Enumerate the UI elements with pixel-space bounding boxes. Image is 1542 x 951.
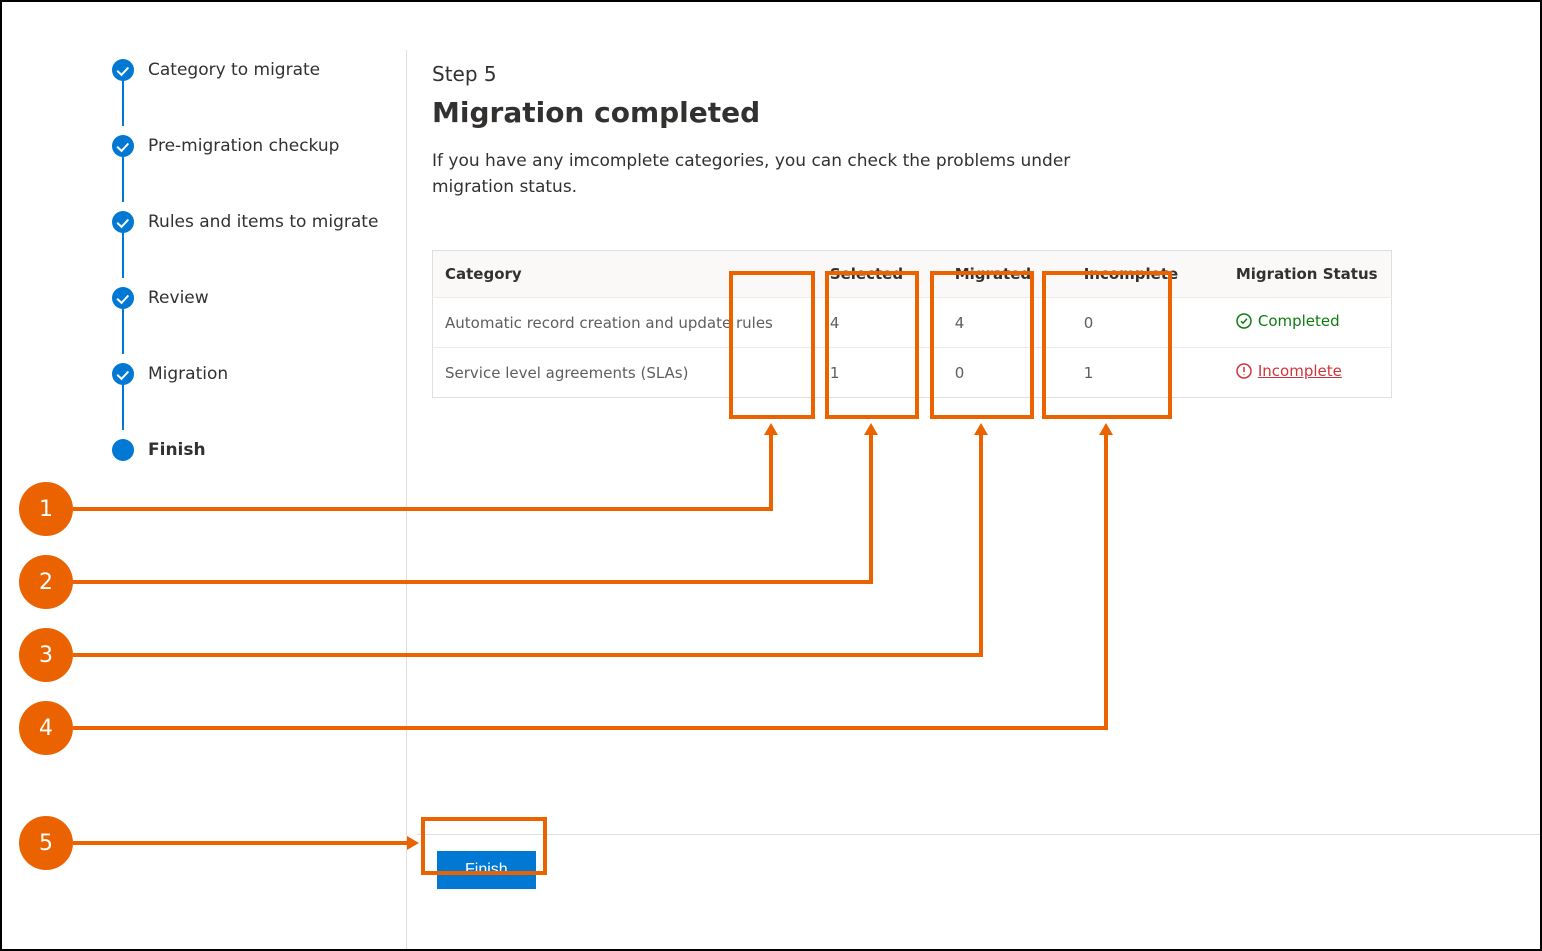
wizard-stepper: Category to migrate Pre-migration checku…	[112, 50, 407, 951]
cell-migrated: 4	[943, 298, 1072, 348]
main-content: Step 5 Migration completed If you have a…	[432, 62, 1392, 398]
current-step-icon	[112, 439, 134, 461]
arrow-up-icon	[864, 423, 878, 435]
step-connector	[122, 376, 124, 430]
callout-line	[73, 653, 983, 657]
table-row: Automatic record creation and update rul…	[433, 298, 1392, 348]
step-connector	[122, 224, 124, 278]
step-label: Review	[148, 288, 209, 308]
finish-button[interactable]: Finish	[437, 851, 536, 889]
error-icon	[1236, 363, 1252, 379]
arrow-up-icon	[974, 423, 988, 435]
callout-badge-4: 4	[19, 701, 73, 755]
callout-line	[979, 434, 983, 657]
step-finish[interactable]: Finish	[112, 430, 406, 470]
step-review[interactable]: Review	[112, 278, 406, 318]
step-number: Step 5	[432, 62, 1392, 86]
step-pre-migration-checkup[interactable]: Pre-migration checkup	[112, 126, 406, 166]
callout-line	[869, 434, 873, 584]
callout-line	[73, 580, 873, 584]
cell-migrated: 0	[943, 348, 1072, 398]
callout-badge-5: 5	[19, 816, 73, 870]
col-migrated: Migrated	[943, 251, 1072, 298]
step-label: Migration	[148, 364, 228, 384]
callout-line	[73, 726, 1108, 730]
cell-category: Automatic record creation and update rul…	[433, 298, 818, 348]
step-connector	[122, 72, 124, 126]
wizard-footer: Finish	[417, 834, 1540, 889]
step-label: Rules and items to migrate	[148, 212, 378, 232]
callout-line	[769, 434, 773, 511]
step-connector	[122, 148, 124, 202]
cell-status: Incomplete	[1224, 348, 1392, 398]
step-connector	[122, 300, 124, 354]
step-label: Category to migrate	[148, 60, 320, 80]
col-status: Migration Status	[1224, 251, 1392, 298]
col-category: Category	[433, 251, 818, 298]
step-label: Finish	[148, 440, 206, 460]
success-icon	[1236, 313, 1252, 329]
step-migration[interactable]: Migration	[112, 354, 406, 394]
table-row: Service level agreements (SLAs) 1 0 1 In…	[433, 348, 1392, 398]
callout-line	[73, 507, 773, 511]
step-category-to-migrate[interactable]: Category to migrate	[112, 50, 406, 90]
page-description: If you have any imcomplete categories, y…	[432, 149, 1132, 200]
step-rules-and-items[interactable]: Rules and items to migrate	[112, 202, 406, 242]
migration-results-table: Category Selected Migrated Incomplete Mi…	[432, 250, 1392, 398]
status-badge-completed: Completed	[1236, 312, 1340, 330]
col-incomplete: Incomplete	[1072, 251, 1224, 298]
cell-status: Completed	[1224, 298, 1392, 348]
arrow-up-icon	[764, 423, 778, 435]
page-title: Migration completed	[432, 96, 1392, 129]
cell-selected: 4	[818, 298, 943, 348]
callout-line	[73, 841, 407, 845]
cell-incomplete: 0	[1072, 298, 1224, 348]
col-selected: Selected	[818, 251, 943, 298]
arrow-up-icon	[1099, 423, 1113, 435]
callout-line	[1104, 434, 1108, 730]
callout-badge-2: 2	[19, 555, 73, 609]
arrow-right-icon	[407, 836, 419, 850]
callout-badge-1: 1	[19, 482, 73, 536]
cell-incomplete: 1	[1072, 348, 1224, 398]
callout-badge-3: 3	[19, 628, 73, 682]
status-badge-incomplete[interactable]: Incomplete	[1236, 362, 1342, 380]
cell-category: Service level agreements (SLAs)	[433, 348, 818, 398]
step-label: Pre-migration checkup	[148, 136, 339, 156]
cell-selected: 1	[818, 348, 943, 398]
